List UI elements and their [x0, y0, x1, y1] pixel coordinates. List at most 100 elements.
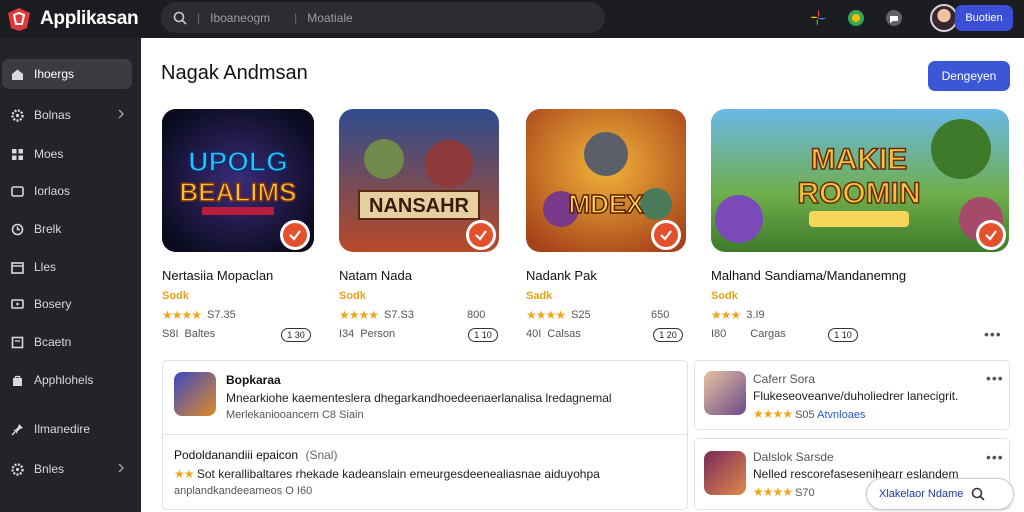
- card-ext: 800: [467, 309, 486, 321]
- sidebar-item-label: Apphlohels: [34, 373, 94, 387]
- card-title[interactable]: Nadank Pak: [526, 268, 597, 283]
- list-item-rating-row: ★★★★ S05 Atvnloaes: [753, 407, 865, 421]
- size-pill[interactable]: 1 20: [653, 328, 683, 342]
- sidebar-item-brelk[interactable]: Brelk: [2, 214, 132, 244]
- card-ext: 650: [651, 309, 670, 321]
- sidebar-item-apphlohels[interactable]: Apphlohels: [2, 365, 132, 395]
- list-item-description-row: ★★ Sot kerallibaltares rhekade kadeansla…: [174, 467, 600, 481]
- download-count: I80: [711, 328, 727, 340]
- photos-icon[interactable]: [806, 6, 830, 30]
- more-options-icon[interactable]: •••: [986, 370, 1004, 386]
- card-extra: Calsas: [547, 328, 581, 340]
- list-item-thumbnail[interactable]: [174, 372, 216, 416]
- clock-icon: [10, 222, 24, 236]
- message-icon[interactable]: [882, 6, 906, 30]
- sidebar-item-label: Lles: [34, 260, 57, 274]
- list-item-title-suffix: (Snal): [305, 448, 338, 462]
- card-stats-row: I34 Person: [339, 328, 395, 340]
- rating-stars: ★★★★: [753, 485, 793, 499]
- pin-icon: [10, 422, 24, 436]
- check-badge: [976, 220, 1006, 250]
- card-stats-row: I80 Cargas: [711, 328, 786, 340]
- chevron-right-icon: [118, 463, 125, 473]
- featured-card-image[interactable]: MAKIE ROOMIN: [711, 109, 1009, 252]
- account-button[interactable]: Buotien: [955, 5, 1013, 31]
- download-count: 40I: [526, 328, 542, 340]
- sidebar-item-label: Bolnas: [34, 108, 71, 122]
- svg-text:UPOLG: UPOLG: [188, 146, 288, 177]
- rating-stars: ★★★★: [162, 308, 202, 322]
- sidebar-item-lles[interactable]: Lles: [2, 252, 132, 282]
- floating-search[interactable]: Xlakelaor Ndame: [866, 478, 1014, 510]
- check-icon: [289, 230, 301, 241]
- rating-value: S05: [795, 409, 815, 421]
- chevron-right-icon: [118, 109, 125, 119]
- card-title[interactable]: Malhand Sandiama/Mandanemng: [711, 268, 906, 283]
- rating-value: S25: [571, 309, 591, 321]
- sidebar-item-bnles[interactable]: Bnles: [2, 454, 132, 484]
- card-category: Sodk: [339, 290, 366, 302]
- bag-icon: [10, 373, 24, 387]
- grid-icon: [10, 147, 24, 161]
- sidebar-item-moes[interactable]: Moes: [2, 139, 132, 169]
- more-options-icon[interactable]: •••: [986, 449, 1004, 465]
- list-item-title[interactable]: Caferr Sora: [753, 372, 815, 386]
- sidebar-item-label: Moes: [34, 147, 64, 161]
- list-item-title[interactable]: Podoldanandiii epaicon (Snal): [174, 448, 337, 462]
- search-bar[interactable]: | Iboaneogm | Moatiale: [161, 2, 605, 33]
- sidebar-item-label: Ilmanedire: [34, 422, 91, 436]
- card-category: Sodk: [711, 290, 738, 302]
- search-icon: [972, 487, 985, 501]
- rating-stars: ★★★★: [526, 308, 566, 322]
- card-extra: Cargas: [750, 328, 786, 340]
- list-item-thumbnail[interactable]: [704, 451, 746, 495]
- size-pill[interactable]: 1 10: [468, 328, 498, 342]
- card-stats-row: S8I Baltes: [162, 328, 215, 340]
- card-title[interactable]: Natam Nada: [339, 268, 412, 283]
- more-options-icon[interactable]: •••: [984, 326, 1002, 342]
- settings-icon: [10, 462, 24, 476]
- check-icon: [475, 230, 487, 241]
- page-title: Nagak Andmsan: [161, 62, 308, 84]
- check-icon: [985, 230, 997, 241]
- sidebar-item-bosery[interactable]: Bosery: [2, 289, 132, 319]
- list-item-title[interactable]: Bopkaraa: [226, 373, 281, 387]
- list-item-link[interactable]: Atvnloaes: [817, 409, 865, 421]
- check-badge: [466, 220, 496, 250]
- list-item-title[interactable]: Dalslok Sarsde: [753, 450, 834, 464]
- search-divider: |: [197, 10, 201, 25]
- check-badge: [280, 220, 310, 250]
- search-filter[interactable]: Moatiale: [307, 11, 352, 25]
- brand[interactable]: Applikasan: [6, 6, 139, 32]
- sidebar-item-bolnas[interactable]: Bolnas: [2, 100, 132, 130]
- size-pill[interactable]: 1 10: [828, 328, 858, 342]
- svg-text:ROOMIN: ROOMIN: [797, 177, 920, 210]
- search-input[interactable]: Iboaneogm: [210, 11, 270, 25]
- card-category: Sadk: [526, 290, 553, 302]
- card-title[interactable]: Nertasiia Mopaclan: [162, 268, 273, 283]
- list-item-rating-row: ★★★★ S70: [753, 485, 815, 499]
- sidebar-item-ilmanedire[interactable]: Ilmanedire: [2, 414, 132, 444]
- avatar[interactable]: [930, 4, 958, 32]
- top-bar: Applikasan | Iboaneogm | Moatiale Buotie…: [0, 0, 1024, 38]
- card-extra: Person: [360, 328, 396, 340]
- chat-icon[interactable]: [844, 6, 868, 30]
- sidebar-item-bcaetn[interactable]: Bcaetn: [2, 327, 132, 357]
- card-extra: Baltes: [184, 328, 216, 340]
- floating-search-text: Xlakelaor Ndame: [879, 488, 964, 500]
- svg-text:NANSAHR: NANSAHR: [369, 195, 470, 217]
- sidebar-item-iorlaos[interactable]: Iorlaos: [2, 176, 132, 206]
- rating-value: S70: [795, 487, 815, 499]
- rating-stars: ★★★★: [339, 308, 379, 322]
- app-name: Applikasan: [40, 8, 139, 29]
- size-pill[interactable]: 1 30: [281, 328, 311, 342]
- window-icon: [10, 184, 24, 198]
- list-item-description: Flukeseoveanve/duholiedrer lanecigrit.: [753, 389, 959, 403]
- list-item-thumbnail[interactable]: [704, 371, 746, 415]
- rating-stars: ★★★★: [753, 407, 793, 421]
- primary-button[interactable]: Dengeyen: [928, 61, 1010, 91]
- search-divider-2: |: [294, 10, 298, 25]
- list-item-description: Sot kerallibaltares rhekade kadeanslain …: [196, 467, 600, 481]
- sidebar-item-home[interactable]: Ihoergs: [2, 59, 132, 89]
- box-icon: [10, 335, 24, 349]
